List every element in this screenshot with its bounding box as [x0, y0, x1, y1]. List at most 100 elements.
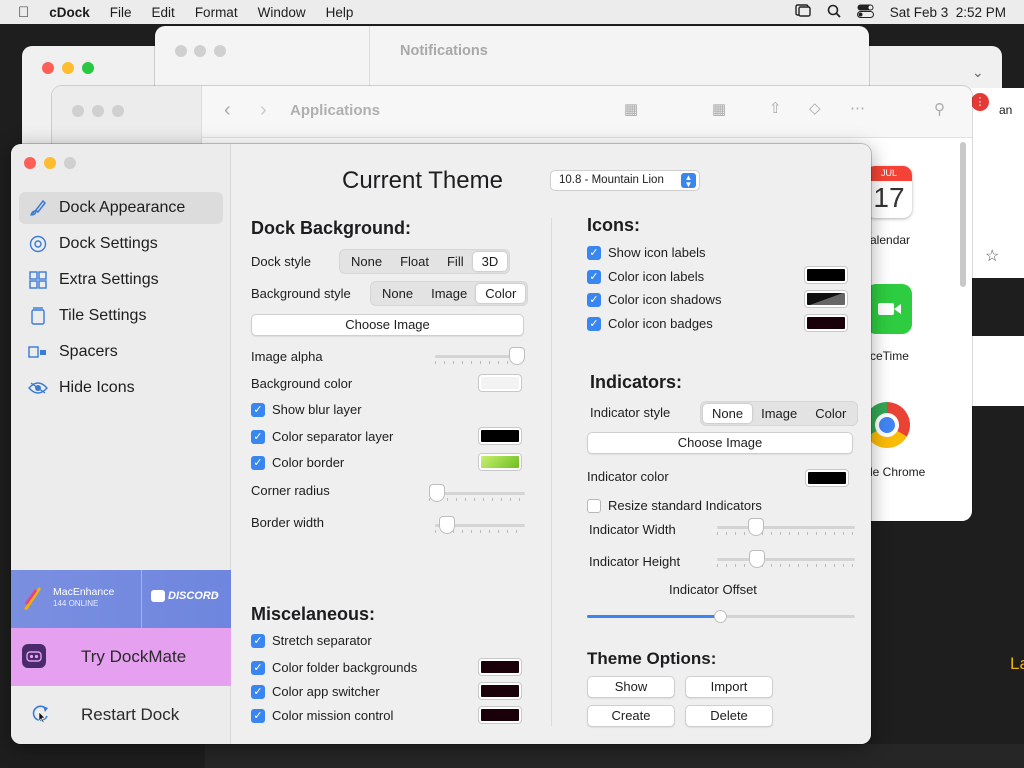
sidebar-item-tile-settings[interactable]: Tile Settings — [19, 300, 223, 332]
menu-bar:  cDock File Edit Format Window Help Sat… — [0, 0, 1024, 24]
background-color-swatch[interactable] — [479, 375, 521, 391]
resize-indicators-checkbox[interactable]: Resize standard Indicators — [587, 498, 762, 513]
sidebar-item-hide-icons[interactable]: Hide Icons — [19, 372, 223, 404]
color-separator-checkbox[interactable]: ✓ Color separator layer — [251, 429, 393, 444]
icon-labels-color-swatch[interactable] — [805, 267, 847, 283]
online-count: 144 ONLINE — [53, 599, 99, 608]
tag-icon[interactable]: ◇ — [809, 99, 821, 117]
stretch-separator-checkbox[interactable]: ✓ Stretch separator — [251, 633, 372, 648]
window-icon[interactable] — [794, 4, 811, 20]
tile-icon — [27, 305, 49, 327]
color-border-checkbox[interactable]: ✓ Color border — [251, 455, 344, 470]
color-folder-checkbox[interactable]: ✓ Color folder backgrounds — [251, 660, 417, 675]
indicator-width-knob[interactable] — [748, 518, 764, 536]
restart-dock-button[interactable]: Restart Dock — [11, 686, 231, 744]
sidebar-item-label: Extra Settings — [59, 271, 159, 288]
dock-style-control: None Float Fill 3D — [339, 249, 511, 274]
dock-style-none[interactable]: None — [342, 252, 391, 271]
icon-badges-color-swatch[interactable] — [805, 315, 847, 331]
corner-radius-slider[interactable] — [429, 484, 525, 502]
border-color-swatch[interactable] — [479, 454, 521, 470]
background-color-label: Background color — [251, 376, 353, 391]
dock-style-3d[interactable]: 3D — [472, 252, 508, 271]
calendar-app-icon[interactable]: JUL 17 — [866, 166, 912, 218]
separator-color-swatch[interactable] — [479, 428, 521, 444]
zoom-button[interactable] — [64, 157, 76, 169]
menu-help[interactable]: Help — [326, 5, 354, 20]
try-dockmate-button[interactable]: Try DockMate — [11, 628, 231, 686]
bg-style-image[interactable]: Image — [422, 284, 476, 303]
show-theme-button[interactable]: Show — [587, 676, 675, 698]
indicator-choose-image-button[interactable]: Choose Image — [587, 432, 853, 454]
choose-image-button[interactable]: Choose Image — [251, 314, 524, 336]
bg-style-none[interactable]: None — [373, 284, 422, 303]
icon-shadows-color-swatch[interactable] — [805, 291, 847, 307]
dock-style-fill[interactable]: Fill — [438, 252, 473, 271]
indicator-height-knob[interactable] — [749, 550, 765, 568]
show-blur-checkbox[interactable]: ✓ Show blur layer — [251, 402, 362, 417]
menu-app-name[interactable]: cDock — [49, 5, 90, 20]
menu-window[interactable]: Window — [258, 5, 306, 20]
forward-icon[interactable]: › — [260, 99, 267, 122]
paintbrush-icon — [27, 197, 49, 219]
search-icon[interactable] — [827, 4, 841, 21]
more-icon[interactable]: ⋮ — [971, 93, 989, 111]
menu-format[interactable]: Format — [195, 5, 238, 20]
switcher-color-swatch[interactable] — [479, 683, 521, 699]
discord-promo-banner[interactable]: MacEnhance 144 ONLINE DISCORD › — [11, 570, 231, 628]
control-center-icon[interactable] — [856, 4, 874, 21]
group-icon[interactable]: ▦ — [712, 100, 726, 118]
sidebar-item-dock-settings[interactable]: Dock Settings — [19, 228, 223, 260]
more-actions-icon[interactable]: ⋯ — [850, 99, 865, 117]
mission-color-swatch[interactable] — [479, 707, 521, 723]
sidebar-item-label: Hide Icons — [59, 379, 135, 396]
delete-theme-button[interactable]: Delete — [685, 705, 773, 727]
indicator-color-swatch[interactable] — [806, 470, 848, 486]
scrollbar[interactable] — [960, 142, 966, 287]
clock-datetime[interactable]: Sat Feb 3 2:52 PM — [890, 5, 1006, 20]
indicator-style-none[interactable]: None — [703, 404, 753, 423]
show-icon-labels-checkbox[interactable]: ✓ Show icon labels — [587, 245, 706, 260]
updown-chevron-icon: ▲ ▼ — [681, 173, 696, 189]
color-app-switcher-checkbox[interactable]: ✓ Color app switcher — [251, 684, 380, 699]
border-width-knob[interactable] — [439, 516, 455, 534]
dock-style-float[interactable]: Float — [391, 252, 438, 271]
close-button[interactable] — [24, 157, 36, 169]
indicator-height-slider[interactable] — [717, 550, 855, 568]
color-icon-badges-checkbox[interactable]: ✓ Color icon badges — [587, 316, 713, 331]
bg-style-color[interactable]: Color — [476, 284, 526, 303]
indicator-style-color[interactable]: Color — [806, 404, 855, 423]
folder-color-swatch[interactable] — [479, 659, 521, 675]
indicator-offset-knob[interactable] — [714, 610, 727, 623]
menu-edit[interactable]: Edit — [152, 5, 175, 20]
minimize-button[interactable] — [44, 157, 56, 169]
sidebar-item-extra-settings[interactable]: Extra Settings — [19, 264, 223, 296]
chevron-down-icon[interactable]: ⌄ — [972, 64, 984, 81]
settings-panel: Current Theme 10.8 - Mountain Lion ▲ ▼ Do… — [231, 144, 871, 744]
sidebar-item-dock-appearance[interactable]: Dock Appearance — [19, 192, 223, 224]
icon-view-icon[interactable]: ▦ — [624, 100, 638, 118]
facetime-app-icon[interactable] — [866, 284, 912, 334]
color-mission-control-checkbox[interactable]: ✓ Color mission control — [251, 708, 393, 723]
star-icon[interactable]: ☆ — [985, 246, 999, 266]
sidebar-item-spacers[interactable]: Spacers — [19, 336, 223, 368]
indicator-width-slider[interactable] — [717, 518, 855, 536]
menu-file[interactable]: File — [110, 5, 132, 20]
macenhance-logo-icon — [21, 585, 43, 611]
apple-icon[interactable]:  — [18, 4, 29, 21]
finder-search-icon[interactable]: ⚲ — [934, 100, 945, 118]
sidebar-item-label: Dock Settings — [59, 235, 158, 252]
image-alpha-knob[interactable] — [509, 347, 525, 365]
indicator-style-image[interactable]: Image — [752, 404, 806, 423]
color-icon-labels-checkbox[interactable]: ✓ Color icon labels — [587, 269, 704, 284]
corner-radius-knob[interactable] — [429, 484, 445, 502]
back-icon[interactable]: ‹ — [224, 99, 231, 122]
image-alpha-slider[interactable] — [435, 347, 525, 365]
theme-select[interactable]: 10.8 - Mountain Lion ▲ ▼ — [550, 170, 700, 191]
color-icon-shadows-checkbox[interactable]: ✓ Color icon shadows — [587, 292, 721, 307]
import-theme-button[interactable]: Import — [685, 676, 773, 698]
create-theme-button[interactable]: Create — [587, 705, 675, 727]
border-width-slider[interactable] — [435, 516, 525, 534]
share-icon[interactable]: ⇧ — [769, 99, 782, 117]
indicator-offset-slider[interactable] — [587, 610, 855, 624]
